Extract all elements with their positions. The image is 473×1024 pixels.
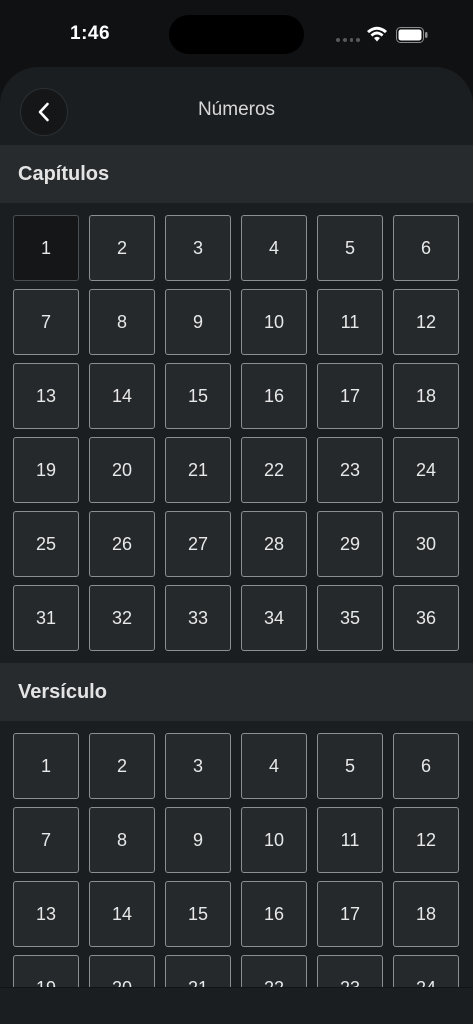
verse-cell[interactable]: 1 [13,733,79,799]
status-bar: 1:46 [0,0,473,66]
verse-cell[interactable]: 9 [165,807,231,873]
verse-cell[interactable]: 20 [89,955,155,987]
chapter-cell[interactable]: 24 [393,437,459,503]
verse-cell[interactable]: 2 [89,733,155,799]
cellular-signal-icon [336,38,360,42]
chapter-cell[interactable]: 34 [241,585,307,651]
verse-cell[interactable]: 3 [165,733,231,799]
screen: 1:46 Números Capítulos 1 2 3 4 5 6 7 8 9 10 11 12 13… [0,0,473,1024]
bottom-bar [0,987,473,1024]
chapter-cell[interactable]: 17 [317,363,383,429]
chapter-cell[interactable]: 22 [241,437,307,503]
verse-cell[interactable]: 12 [393,807,459,873]
verse-cell[interactable]: 6 [393,733,459,799]
chapter-cell[interactable]: 9 [165,289,231,355]
chapter-cell[interactable]: 5 [317,215,383,281]
page-title: Números [197,99,276,120]
nav-bar: Números [0,67,473,145]
chapter-cell[interactable]: 11 [317,289,383,355]
battery-icon [396,27,428,43]
verses-section-header: Versículo [0,663,473,721]
chapter-cell[interactable]: 3 [165,215,231,281]
chapters-grid: 1 2 3 4 5 6 7 8 9 10 11 12 13 14 15 16 17 18 19 20 21 22 23 24 2… [0,203,473,663]
verse-cell[interactable]: 7 [13,807,79,873]
verse-cell[interactable]: 24 [393,955,459,987]
verse-cell[interactable]: 11 [317,807,383,873]
verse-cell[interactable]: 13 [13,881,79,947]
chapter-cell[interactable]: 20 [89,437,155,503]
verse-cell[interactable]: 18 [393,881,459,947]
chapters-section-header: Capítulos [0,145,473,203]
chapter-cell[interactable]: 7 [13,289,79,355]
verse-cell[interactable]: 8 [89,807,155,873]
verses-grid: 123456789101112131415161718192021222324 [0,721,473,987]
chapter-cell[interactable]: 10 [241,289,307,355]
chapter-cell[interactable]: 23 [317,437,383,503]
verse-cell[interactable]: 22 [241,955,307,987]
chapter-cell[interactable]: 16 [241,363,307,429]
chapter-cell[interactable]: 35 [317,585,383,651]
verse-cell[interactable]: 4 [241,733,307,799]
chapter-cell[interactable]: 32 [89,585,155,651]
chapter-cell[interactable]: 4 [241,215,307,281]
status-time: 1:46 [70,23,111,44]
chapter-cell[interactable]: 25 [13,511,79,577]
wifi-icon [367,26,387,42]
chapter-cell[interactable]: 36 [393,585,459,651]
verse-cell[interactable]: 5 [317,733,383,799]
chapter-cell[interactable]: 19 [13,437,79,503]
chapter-cell[interactable]: 33 [165,585,231,651]
verse-cell[interactable]: 21 [165,955,231,987]
verse-cell[interactable]: 10 [241,807,307,873]
verse-cell[interactable]: 15 [165,881,231,947]
chapter-cell[interactable]: 21 [165,437,231,503]
chapter-cell[interactable]: 29 [317,511,383,577]
chapter-cell[interactable]: 13 [13,363,79,429]
chapter-cell[interactable]: 30 [393,511,459,577]
verse-cell[interactable]: 19 [13,955,79,987]
chapter-cell[interactable]: 1 [13,215,79,281]
dynamic-island [169,15,304,54]
chapter-cell[interactable]: 18 [393,363,459,429]
verse-cell[interactable]: 14 [89,881,155,947]
chapter-cell[interactable]: 2 [89,215,155,281]
chapter-cell[interactable]: 6 [393,215,459,281]
numbers-sheet: Números Capítulos 1 2 3 4 5 6 7 8 9 10 11 12 13 14 15 1… [0,67,473,987]
chapter-cell[interactable]: 15 [165,363,231,429]
verse-cell[interactable]: 17 [317,881,383,947]
verse-cell[interactable]: 23 [317,955,383,987]
verse-cell[interactable]: 16 [241,881,307,947]
chapter-cell[interactable]: 12 [393,289,459,355]
chapter-cell[interactable]: 26 [89,511,155,577]
chapter-cell[interactable]: 14 [89,363,155,429]
chapter-cell[interactable]: 28 [241,511,307,577]
chapter-cell[interactable]: 8 [89,289,155,355]
chapter-cell[interactable]: 31 [13,585,79,651]
chapter-cell[interactable]: 27 [165,511,231,577]
